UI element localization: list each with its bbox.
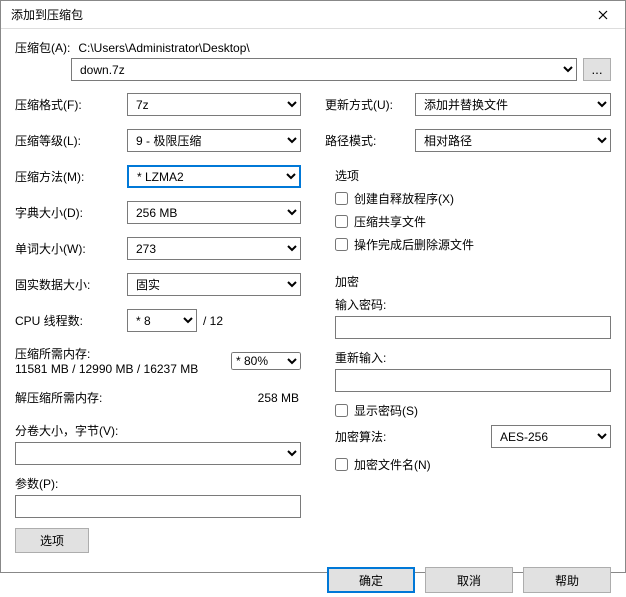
left-column: 压缩格式(F): 7z 压缩等级(L): 9 - 极限压缩 压缩方法(M): *… <box>15 93 301 553</box>
dialog-footer: 确定 取消 帮助 <box>15 557 611 597</box>
help-button[interactable]: 帮助 <box>523 567 611 593</box>
threads-select[interactable]: * 8 <box>127 309 197 332</box>
sfx-label: 创建自释放程序(X) <box>354 190 454 207</box>
mem-compress-value: 11581 MB / 12990 MB / 16237 MB <box>15 362 231 376</box>
params-input[interactable] <box>15 495 301 518</box>
window-title: 添加到压缩包 <box>11 6 83 23</box>
delete-checkbox[interactable] <box>335 238 348 251</box>
password2-input[interactable] <box>335 369 611 392</box>
encnames-label: 加密文件名(N) <box>354 456 431 473</box>
dialog-window: 添加到压缩包 压缩包(A): C:\Users\Administrator\De… <box>0 0 626 573</box>
level-select[interactable]: 9 - 极限压缩 <box>127 129 301 152</box>
update-select[interactable]: 添加并替换文件 <box>415 93 611 116</box>
dict-label: 字典大小(D): <box>15 204 127 221</box>
sfx-checkbox[interactable] <box>335 192 348 205</box>
password-label: 输入密码: <box>335 296 611 313</box>
mem-decompress-label: 解压缩所需内存: <box>15 389 127 406</box>
method-select[interactable]: * LZMA2 <box>127 165 301 188</box>
cancel-button[interactable]: 取消 <box>425 567 513 593</box>
params-label: 参数(P): <box>15 475 301 492</box>
encnames-checkbox[interactable] <box>335 458 348 471</box>
ok-button[interactable]: 确定 <box>327 567 415 593</box>
options-button[interactable]: 选项 <box>15 528 89 553</box>
mem-compress-label: 压缩所需内存: <box>15 345 231 362</box>
titlebar: 添加到压缩包 <box>1 1 625 29</box>
showpw-checkbox[interactable] <box>335 404 348 417</box>
update-label: 更新方式(U): <box>325 96 415 113</box>
format-select[interactable]: 7z <box>127 93 301 116</box>
level-label: 压缩等级(L): <box>15 132 127 149</box>
right-column: 更新方式(U): 添加并替换文件 路径模式: 相对路径 选项 创建自释放程序(X… <box>325 93 611 553</box>
word-label: 单词大小(W): <box>15 240 127 257</box>
archive-label: 压缩包(A): <box>15 39 70 56</box>
split-label: 分卷大小，字节(V): <box>15 422 301 439</box>
encrypt-group-title: 加密 <box>325 273 611 290</box>
archive-path: C:\Users\Administrator\Desktop\ <box>78 41 249 55</box>
method-label: 压缩方法(M): <box>15 168 127 185</box>
archive-filename-input[interactable]: down.7z <box>71 58 577 81</box>
dict-select[interactable]: 256 MB <box>127 201 301 224</box>
mem-percent-select[interactable]: * 80% <box>231 352 301 370</box>
close-icon <box>598 10 608 20</box>
format-label: 压缩格式(F): <box>15 96 127 113</box>
pathmode-select[interactable]: 相对路径 <box>415 129 611 152</box>
algo-select[interactable]: AES-256 <box>491 425 611 448</box>
showpw-label: 显示密码(S) <box>354 402 418 419</box>
mem-decompress-value: 258 MB <box>127 391 301 405</box>
threads-label: CPU 线程数: <box>15 312 127 329</box>
pathmode-label: 路径模式: <box>325 132 415 149</box>
split-select[interactable] <box>15 442 301 465</box>
shared-label: 压缩共享文件 <box>354 213 426 230</box>
delete-label: 操作完成后删除源文件 <box>354 236 474 253</box>
shared-checkbox[interactable] <box>335 215 348 228</box>
close-button[interactable] <box>585 4 621 26</box>
browse-button[interactable]: ... <box>583 58 611 81</box>
word-select[interactable]: 273 <box>127 237 301 260</box>
threads-max: / 12 <box>203 314 223 328</box>
password2-label: 重新输入: <box>335 349 611 366</box>
algo-label: 加密算法: <box>335 428 491 445</box>
password-input[interactable] <box>335 316 611 339</box>
options-group-title: 选项 <box>325 167 611 184</box>
solid-select[interactable]: 固实 <box>127 273 301 296</box>
solid-label: 固实数据大小: <box>15 276 127 293</box>
